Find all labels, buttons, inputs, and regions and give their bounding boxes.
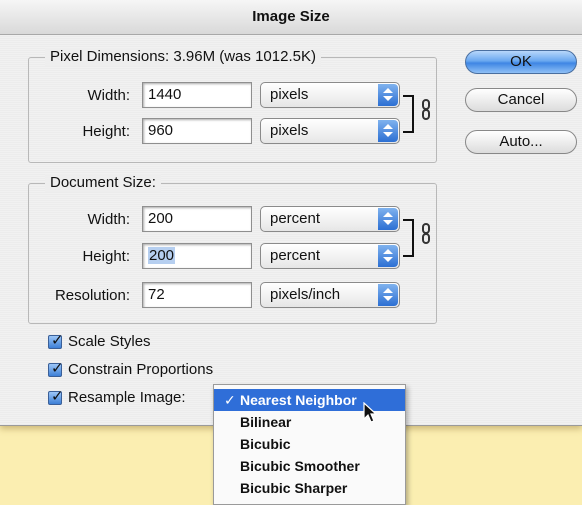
cancel-button[interactable]: Cancel	[465, 88, 577, 112]
pixel-height-input[interactable]: 960	[142, 118, 252, 144]
checkmark-icon: ✓	[51, 360, 64, 377]
resample-method-menu: ✓ Nearest Neighbor Bilinear Bicubic Bicu…	[213, 384, 406, 505]
pixel-width-unit-label: pixels	[270, 86, 309, 103]
resolution-unit-label: pixels/inch	[270, 286, 341, 303]
resolution-unit-select[interactable]: pixels/inch	[260, 282, 400, 308]
resolution-label: Resolution:	[54, 287, 130, 304]
scale-styles-label: Scale Styles	[68, 333, 151, 350]
resolution-input[interactable]: 72	[142, 282, 252, 308]
menu-item-label: Bilinear	[240, 414, 292, 430]
constrain-proportions-label: Constrain Proportions	[68, 361, 214, 378]
doc-link-bracket	[403, 219, 414, 257]
pixel-dimensions-group: Pixel Dimensions: 3.96M (was 1012.5K)	[28, 48, 437, 163]
resample-image-checkbox[interactable]: ✓	[48, 388, 64, 405]
menu-item-bicubic-sharper[interactable]: Bicubic Sharper	[214, 477, 405, 499]
menu-item-bicubic-smoother[interactable]: Bicubic Smoother	[214, 455, 405, 477]
mouse-pointer-icon	[363, 402, 377, 423]
doc-height-input[interactable]: 200	[142, 243, 252, 269]
pixel-dimensions-legend: Pixel Dimensions: 3.96M (was 1012.5K)	[45, 48, 321, 66]
menu-item-label: Bicubic Sharper	[240, 480, 348, 496]
checkmark-icon: ✓	[224, 392, 236, 408]
popup-arrows-icon	[378, 84, 398, 106]
pixel-height-label: Height:	[82, 123, 130, 140]
pixel-width-unit-select[interactable]: pixels	[260, 82, 400, 108]
doc-width-unit-label: percent	[270, 210, 321, 227]
constrain-proportions-checkbox[interactable]: ✓	[48, 360, 64, 377]
chain-link-icon	[422, 223, 430, 244]
doc-width-label: Width:	[87, 211, 130, 228]
ok-button[interactable]: OK	[465, 50, 577, 74]
resample-image-label: Resample Image:	[68, 389, 186, 406]
pixel-width-input[interactable]: 1440	[142, 82, 252, 108]
menu-item-label: Bicubic Smoother	[240, 458, 360, 474]
doc-height-unit-label: percent	[270, 247, 321, 264]
popup-arrows-icon	[378, 284, 398, 306]
popup-arrows-icon	[378, 120, 398, 142]
pixel-height-unit-select[interactable]: pixels	[260, 118, 400, 144]
menu-item-label: Bicubic	[240, 436, 291, 452]
checkmark-icon: ✓	[51, 388, 64, 405]
scale-styles-checkbox[interactable]: ✓	[48, 332, 64, 349]
popup-arrows-icon	[378, 208, 398, 230]
image-size-dialog: Image Size Pixel Dimensions: 3.96M (was …	[0, 0, 582, 426]
menu-item-label: Nearest Neighbor	[240, 392, 357, 408]
pixel-height-unit-label: pixels	[270, 122, 309, 139]
checkmark-icon: ✓	[51, 332, 64, 349]
auto-button[interactable]: Auto...	[465, 130, 577, 154]
doc-width-input[interactable]: 200	[142, 206, 252, 232]
dialog-title: Image Size	[0, 0, 582, 35]
doc-width-unit-select[interactable]: percent	[260, 206, 400, 232]
document-size-legend: Document Size:	[45, 174, 161, 192]
chain-link-icon	[422, 99, 430, 120]
popup-arrows-icon	[378, 245, 398, 267]
doc-height-label: Height:	[82, 248, 130, 265]
menu-item-bicubic[interactable]: Bicubic	[214, 433, 405, 455]
pixel-width-label: Width:	[87, 87, 130, 104]
pixel-link-bracket	[403, 95, 414, 133]
doc-height-unit-select[interactable]: percent	[260, 243, 400, 269]
